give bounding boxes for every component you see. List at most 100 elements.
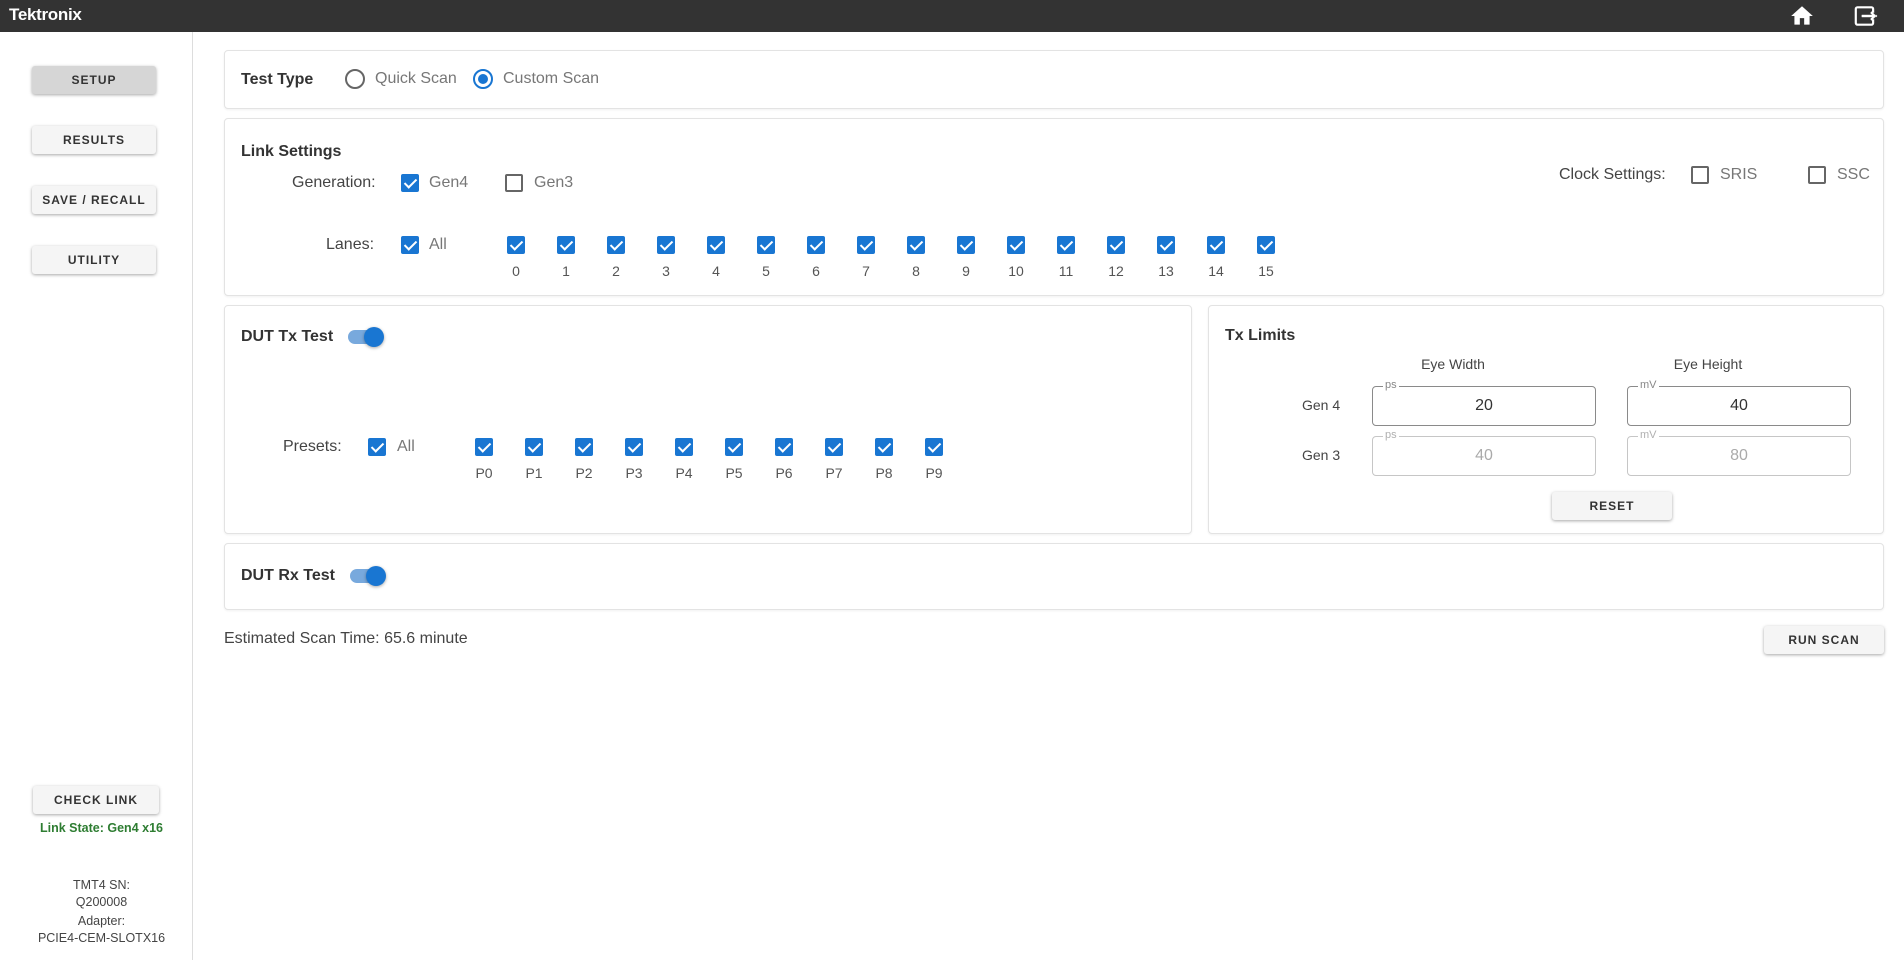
ssc-checkbox[interactable] bbox=[1808, 166, 1826, 184]
preset-p7-checkbox[interactable] bbox=[825, 438, 843, 456]
sidebar: SETUP RESULTS SAVE / RECALL UTILITY CHEC… bbox=[0, 32, 193, 960]
gen4-label: Gen4 bbox=[429, 174, 469, 191]
presets-all-label: All bbox=[397, 438, 415, 455]
lane-4-checkbox[interactable] bbox=[707, 236, 725, 254]
preset-p5-checkbox[interactable] bbox=[725, 438, 743, 456]
home-icon[interactable] bbox=[1789, 3, 1815, 29]
gen4-eye-width-input[interactable] bbox=[1373, 387, 1595, 425]
gen3-eye-width-field: ps bbox=[1372, 429, 1596, 476]
lane-8-checkbox[interactable] bbox=[907, 236, 925, 254]
lane-8-label: 8 bbox=[912, 263, 920, 279]
tmt4-sn-label: TMT4 SN: bbox=[73, 878, 130, 892]
lane-9-checkbox[interactable] bbox=[957, 236, 975, 254]
reset-button[interactable]: RESET bbox=[1552, 492, 1672, 520]
dut-tx-toggle[interactable] bbox=[345, 325, 385, 349]
gen4-checkbox[interactable] bbox=[401, 174, 419, 192]
exit-icon[interactable] bbox=[1852, 3, 1878, 29]
tx-limits-title: Tx Limits bbox=[1225, 327, 1296, 344]
lane-10-label: 10 bbox=[1008, 263, 1024, 279]
lanes-label: Lanes: bbox=[326, 236, 375, 253]
link-settings-card: Link Settings Generation: Gen4 Gen3 Cloc… bbox=[224, 118, 1884, 296]
lane-15-checkbox[interactable] bbox=[1257, 236, 1275, 254]
lane-5-label: 5 bbox=[762, 263, 770, 279]
results-button[interactable]: RESULTS bbox=[32, 126, 156, 154]
utility-button[interactable]: UTILITY bbox=[32, 246, 156, 274]
lane-11-checkbox[interactable] bbox=[1057, 236, 1075, 254]
sris-label: SRIS bbox=[1720, 166, 1758, 183]
lanes-all-checkbox[interactable] bbox=[401, 236, 419, 254]
preset-p8-checkbox[interactable] bbox=[875, 438, 893, 456]
lane-7-label: 7 bbox=[862, 263, 870, 279]
dut-rx-toggle[interactable] bbox=[347, 564, 387, 588]
tektronix-logo: Tektronix bbox=[9, 5, 82, 24]
preset-p2-label: P2 bbox=[575, 465, 593, 481]
gen4-eye-height-input[interactable] bbox=[1628, 387, 1850, 425]
lane-2-checkbox[interactable] bbox=[607, 236, 625, 254]
preset-p4-label: P4 bbox=[675, 465, 693, 481]
adapter-label: Adapter: bbox=[77, 914, 126, 928]
lane-14-label: 14 bbox=[1208, 263, 1224, 279]
dut-rx-title: DUT Rx Test bbox=[241, 567, 335, 584]
ssc-label: SSC bbox=[1837, 166, 1870, 183]
quick-scan-label: Quick Scan bbox=[375, 70, 457, 87]
lane-9-label: 9 bbox=[962, 263, 970, 279]
sris-checkbox[interactable] bbox=[1691, 166, 1709, 184]
dut-rx-test-card: DUT Rx Test bbox=[224, 543, 1884, 610]
lane-12-label: 12 bbox=[1108, 263, 1124, 279]
save-recall-button[interactable]: SAVE / RECALL bbox=[32, 186, 156, 214]
lane-1-checkbox[interactable] bbox=[557, 236, 575, 254]
setup-button[interactable]: SETUP bbox=[32, 66, 156, 94]
lane-3-checkbox[interactable] bbox=[657, 236, 675, 254]
lane-0-label: 0 bbox=[512, 263, 520, 279]
custom-scan-radio[interactable] bbox=[473, 69, 493, 89]
dut-tx-test-card: DUT Tx Test Presets: All P0 P1 P2 P3 P4 P5 P6 P… bbox=[224, 305, 1192, 534]
lane-13-label: 13 bbox=[1158, 263, 1174, 279]
lane-2-label: 2 bbox=[612, 263, 620, 279]
lane-11-label: 11 bbox=[1058, 263, 1074, 279]
preset-p5-label: P5 bbox=[725, 465, 743, 481]
gen3-row-label: Gen 3 bbox=[1302, 447, 1341, 463]
preset-p1-checkbox[interactable] bbox=[525, 438, 543, 456]
preset-p2-checkbox[interactable] bbox=[575, 438, 593, 456]
run-scan-button[interactable]: RUN SCAN bbox=[1764, 626, 1884, 654]
lane-10-checkbox[interactable] bbox=[1007, 236, 1025, 254]
preset-p9-checkbox[interactable] bbox=[925, 438, 943, 456]
gen3-eye-height-field: mV bbox=[1627, 429, 1851, 476]
preset-p6-label: P6 bbox=[775, 465, 793, 481]
tx-limits-card: Tx Limits Eye Width Eye Height Gen 4 ps … bbox=[1208, 305, 1884, 534]
lane-12-checkbox[interactable] bbox=[1107, 236, 1125, 254]
preset-p0-checkbox[interactable] bbox=[475, 438, 493, 456]
preset-p6-checkbox[interactable] bbox=[775, 438, 793, 456]
adapter-value: PCIE4-CEM-SLOTX16 bbox=[37, 931, 166, 945]
gen4-eye-width-field[interactable]: ps bbox=[1372, 379, 1596, 426]
lane-7-checkbox[interactable] bbox=[857, 236, 875, 254]
lane-5-checkbox[interactable] bbox=[757, 236, 775, 254]
lane-0-checkbox[interactable] bbox=[507, 236, 525, 254]
lane-4-label: 4 bbox=[712, 263, 720, 279]
lane-6-checkbox[interactable] bbox=[807, 236, 825, 254]
lane-3-label: 3 bbox=[662, 263, 670, 279]
presets-label: Presets: bbox=[283, 438, 342, 455]
gen3-eye-width-input bbox=[1373, 437, 1595, 475]
lane-14-checkbox[interactable] bbox=[1207, 236, 1225, 254]
link-state-text: Link State: Gen4 x16 bbox=[40, 821, 163, 835]
test-type-card: Test Type Quick Scan Custom Scan bbox=[224, 50, 1884, 109]
toggle-thumb bbox=[364, 327, 384, 347]
lane-6-label: 6 bbox=[812, 263, 820, 279]
custom-scan-label: Custom Scan bbox=[503, 70, 600, 87]
preset-p4-checkbox[interactable] bbox=[675, 438, 693, 456]
dut-tx-title: DUT Tx Test bbox=[241, 328, 334, 345]
presets-all-checkbox[interactable] bbox=[368, 438, 386, 456]
lane-13-checkbox[interactable] bbox=[1157, 236, 1175, 254]
lane-1-label: 1 bbox=[562, 263, 570, 279]
eye-height-header: Eye Height bbox=[1673, 356, 1743, 372]
gen3-eye-height-input bbox=[1628, 437, 1850, 475]
gen4-eye-height-field[interactable]: mV bbox=[1627, 379, 1851, 426]
toggle-thumb bbox=[366, 566, 386, 586]
gen3-checkbox[interactable] bbox=[505, 174, 523, 192]
preset-p3-checkbox[interactable] bbox=[625, 438, 643, 456]
preset-p1-label: P1 bbox=[525, 465, 543, 481]
check-link-button[interactable]: CHECK LINK bbox=[33, 786, 159, 814]
tmt4-sn-value: Q200008 bbox=[75, 895, 128, 909]
quick-scan-radio[interactable] bbox=[345, 69, 365, 89]
